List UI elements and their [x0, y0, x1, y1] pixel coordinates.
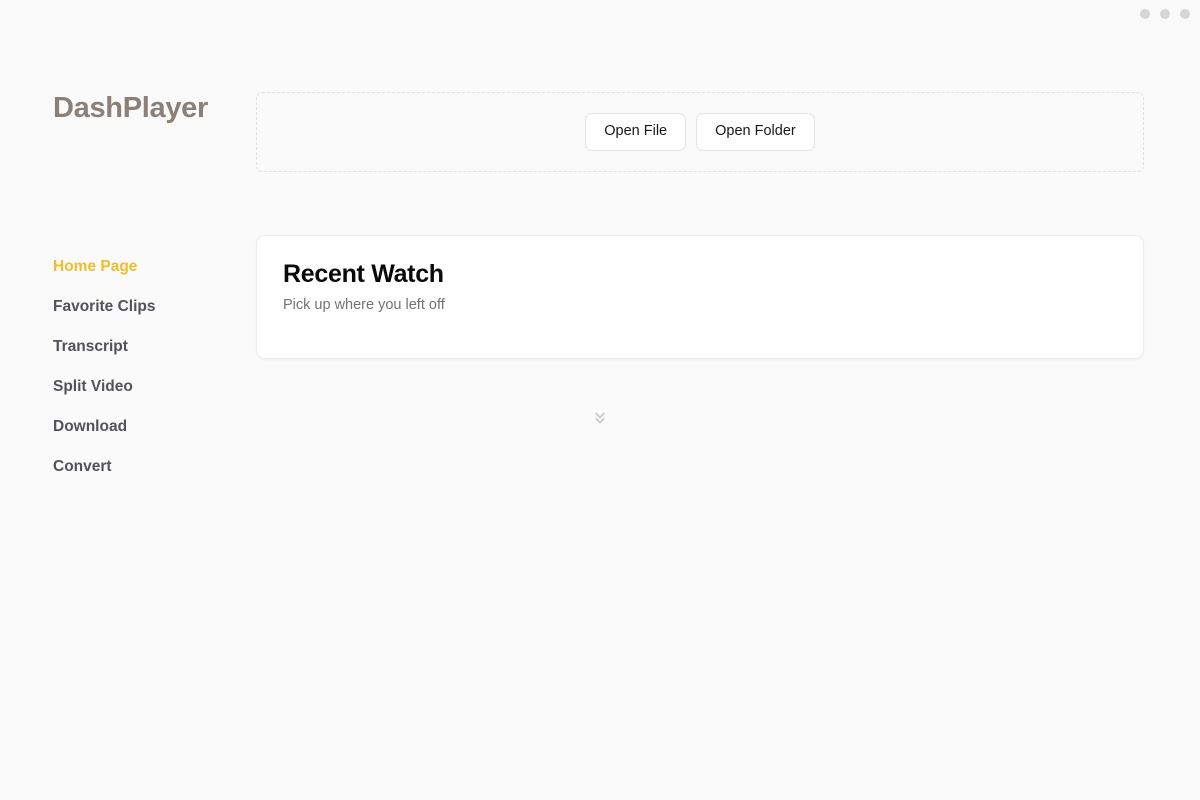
- sidebar-item-favorite-clips[interactable]: Favorite Clips: [53, 296, 223, 318]
- open-folder-button[interactable]: Open Folder: [696, 113, 815, 151]
- chevrons-down-icon[interactable]: [591, 409, 609, 427]
- recent-watch-subtitle: Pick up where you left off: [283, 296, 445, 313]
- recent-watch-card: Recent Watch Pick up where you left off: [256, 235, 1144, 359]
- sidebar-nav: Home Page Favorite Clips Transcript Spli…: [53, 256, 223, 496]
- window-controls: [1140, 9, 1190, 19]
- sidebar-item-transcript[interactable]: Transcript: [53, 336, 223, 358]
- sidebar-item-home-page[interactable]: Home Page: [53, 256, 223, 278]
- app-brand-title: DashPlayer: [53, 92, 208, 124]
- file-dropzone[interactable]: Open File Open Folder: [256, 92, 1144, 172]
- app-root: DashPlayer Open File Open Folder Home Pa…: [0, 0, 1200, 800]
- window-dot-3-icon[interactable]: [1180, 9, 1190, 19]
- sidebar-item-convert[interactable]: Convert: [53, 456, 223, 478]
- recent-watch-title: Recent Watch: [283, 260, 444, 288]
- window-dot-2-icon[interactable]: [1160, 9, 1170, 19]
- open-file-button[interactable]: Open File: [585, 113, 687, 151]
- sidebar-item-download[interactable]: Download: [53, 416, 223, 438]
- sidebar-item-split-video[interactable]: Split Video: [53, 376, 223, 398]
- window-dot-1-icon[interactable]: [1140, 9, 1150, 19]
